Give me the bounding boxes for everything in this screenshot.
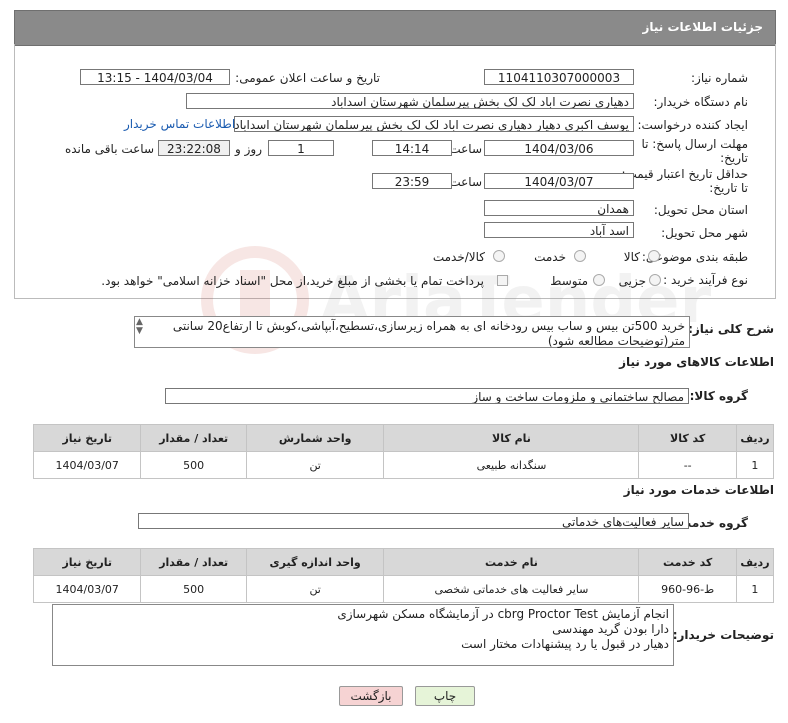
table-cell: تن bbox=[245, 575, 385, 603]
category-radio-both[interactable] bbox=[493, 250, 505, 262]
city-field: اسد آباد bbox=[484, 222, 634, 238]
table-cell: تن bbox=[245, 451, 385, 479]
table-row: 1 -- سنگدانه طبیعی تن 500 1404/03/07 bbox=[32, 451, 775, 479]
table-cell: 1404/03/07 bbox=[32, 451, 142, 479]
col-header: کد کالا bbox=[638, 424, 737, 452]
col-header: تعداد / مقدار bbox=[140, 548, 247, 576]
deadline-time-field: 14:14 bbox=[372, 140, 452, 156]
announce-field: 1404/03/04 - 13:15 bbox=[80, 69, 230, 85]
deadline-label-date: تاریخ: bbox=[720, 151, 748, 165]
goods-section-title: اطلاعات کالاهای مورد نیاز bbox=[619, 355, 774, 369]
category-option-goods: کالا bbox=[623, 250, 640, 264]
table-cell: 500 bbox=[140, 575, 247, 603]
creator-field: یوسف اکبری دهیار دهیاری نصرت اباد لک لک … bbox=[234, 116, 634, 132]
description-label: شرح کلی نیاز: bbox=[688, 322, 774, 336]
category-radio-goods[interactable] bbox=[648, 250, 660, 262]
description-text: خرید 500تن بیس و ساب بیس رودخانه ای به ه… bbox=[172, 319, 685, 348]
services-table: ردیف کد خدمت نام خدمت واحد اندازه گیری ت… bbox=[32, 548, 775, 603]
services-section-title: اطلاعات خدمات مورد نیاز bbox=[623, 483, 774, 497]
purchase-radio-minor[interactable] bbox=[649, 274, 661, 286]
table-cell: سنگدانه طبیعی bbox=[383, 451, 640, 479]
col-header: تاریخ نیاز bbox=[32, 548, 142, 576]
province-field: همدان bbox=[484, 200, 634, 216]
validity-date-field: 1404/03/07 bbox=[484, 173, 634, 189]
category-option-both: کالا/خدمت bbox=[432, 250, 485, 264]
notes-line: انجام آزمایش cbrg Proctor Test در آزمایش… bbox=[337, 607, 669, 621]
scroll-arrows-icon[interactable]: ▲ ▼ bbox=[136, 318, 143, 336]
col-header: تاریخ نیاز bbox=[32, 424, 142, 452]
table-cell: 1404/03/07 bbox=[32, 575, 142, 603]
print-button[interactable]: چاپ bbox=[415, 686, 475, 706]
validity-time-field: 23:59 bbox=[372, 173, 452, 189]
goods-group-label: گروه کالا: bbox=[689, 389, 748, 403]
days-field: 1 bbox=[268, 140, 334, 156]
table-cell: -- bbox=[638, 451, 737, 479]
deadline-label: مهلت ارسال پاسخ: تا bbox=[641, 137, 748, 151]
need-number-field: 1104110307000003 bbox=[484, 69, 634, 85]
remaining-time-field: 23:22:08 bbox=[158, 140, 230, 156]
page-header: جزئیات اطلاعات نیاز bbox=[14, 10, 776, 46]
min-validity-label: حداقل تاریخ اعتبار قیمت: bbox=[621, 167, 748, 181]
col-header: ردیف bbox=[735, 548, 775, 576]
buyer-org-label: نام دستگاه خریدار: bbox=[653, 95, 749, 109]
category-option-service: خدمت bbox=[534, 250, 566, 264]
back-button[interactable]: بازگشت bbox=[339, 686, 403, 706]
col-header: نام خدمت bbox=[383, 548, 640, 576]
buyer-contact-link[interactable]: اطلاعات تماس خریدار bbox=[124, 117, 235, 131]
purchase-option-minor: جزیی bbox=[618, 274, 646, 288]
col-header: ردیف bbox=[735, 424, 775, 452]
deadline-time-label: ساعت bbox=[449, 142, 482, 156]
page-title: جزئیات اطلاعات نیاز bbox=[642, 20, 763, 34]
days-label: روز و bbox=[235, 142, 262, 156]
payment-note: پرداخت تمام یا بخشی از مبلغ خرید،از محل … bbox=[101, 274, 484, 288]
table-cell: سایر فعالیت های خدماتی شخصی bbox=[383, 575, 640, 603]
min-validity-label-date: تا تاریخ: bbox=[709, 181, 748, 195]
col-header: واحد اندازه گیری bbox=[245, 548, 385, 576]
table-cell: 1 bbox=[735, 575, 775, 603]
col-header: کد خدمت bbox=[638, 548, 737, 576]
deadline-date-field: 1404/03/06 bbox=[484, 140, 634, 156]
table-cell: ط-96-960 bbox=[638, 575, 737, 603]
goods-group-field: مصالح ساختمانی و ملزومات ساخت و ساز bbox=[165, 388, 689, 404]
col-header: نام کالا bbox=[383, 424, 640, 452]
goods-table-header: ردیف کد کالا نام کالا واحد شمارش تعداد /… bbox=[32, 424, 775, 452]
col-header: تعداد / مقدار bbox=[140, 424, 247, 452]
table-cell: 500 bbox=[140, 451, 247, 479]
purchase-type-label: نوع فرآیند خرید : bbox=[663, 273, 748, 287]
treasury-checkbox[interactable] bbox=[497, 275, 508, 286]
purchase-radio-medium[interactable] bbox=[593, 274, 605, 286]
table-row: 1 ط-96-960 سایر فعالیت های خدماتی شخصی ت… bbox=[32, 575, 775, 603]
buyer-org-field: دهیاری نصرت اباد لک لک بخش پیرسلمان شهرس… bbox=[186, 93, 634, 109]
services-table-header: ردیف کد خدمت نام خدمت واحد اندازه گیری ت… bbox=[32, 548, 775, 576]
col-header: واحد شمارش bbox=[245, 424, 385, 452]
need-number-label: شماره نیاز: bbox=[691, 71, 748, 85]
notes-label: توضیحات خریدار: bbox=[672, 628, 774, 642]
validity-time-label: ساعت bbox=[449, 175, 482, 189]
notes-textarea[interactable]: انجام آزمایش cbrg Proctor Test در آزمایش… bbox=[52, 604, 674, 666]
notes-line: دهیار در قبول یا رد پیشنهادات مختار است bbox=[461, 637, 669, 651]
creator-label: ایجاد کننده درخواست: bbox=[637, 118, 748, 132]
city-label: شهر محل تحویل: bbox=[661, 226, 748, 240]
description-textarea[interactable]: خرید 500تن بیس و ساب بیس رودخانه ای به ه… bbox=[134, 316, 690, 348]
services-group-field: سایر فعالیت‌های خدماتی bbox=[138, 513, 689, 529]
announce-label: تاریخ و ساعت اعلان عمومی: bbox=[235, 71, 380, 85]
purchase-option-medium: متوسط bbox=[550, 274, 588, 288]
remaining-label: ساعت باقی مانده bbox=[64, 142, 154, 156]
table-cell: 1 bbox=[735, 451, 775, 479]
province-label: استان محل تحویل: bbox=[653, 203, 748, 217]
goods-table: ردیف کد کالا نام کالا واحد شمارش تعداد /… bbox=[32, 424, 775, 479]
notes-line: دارا بودن گرید مهندسی bbox=[552, 622, 669, 636]
category-radio-service[interactable] bbox=[574, 250, 586, 262]
